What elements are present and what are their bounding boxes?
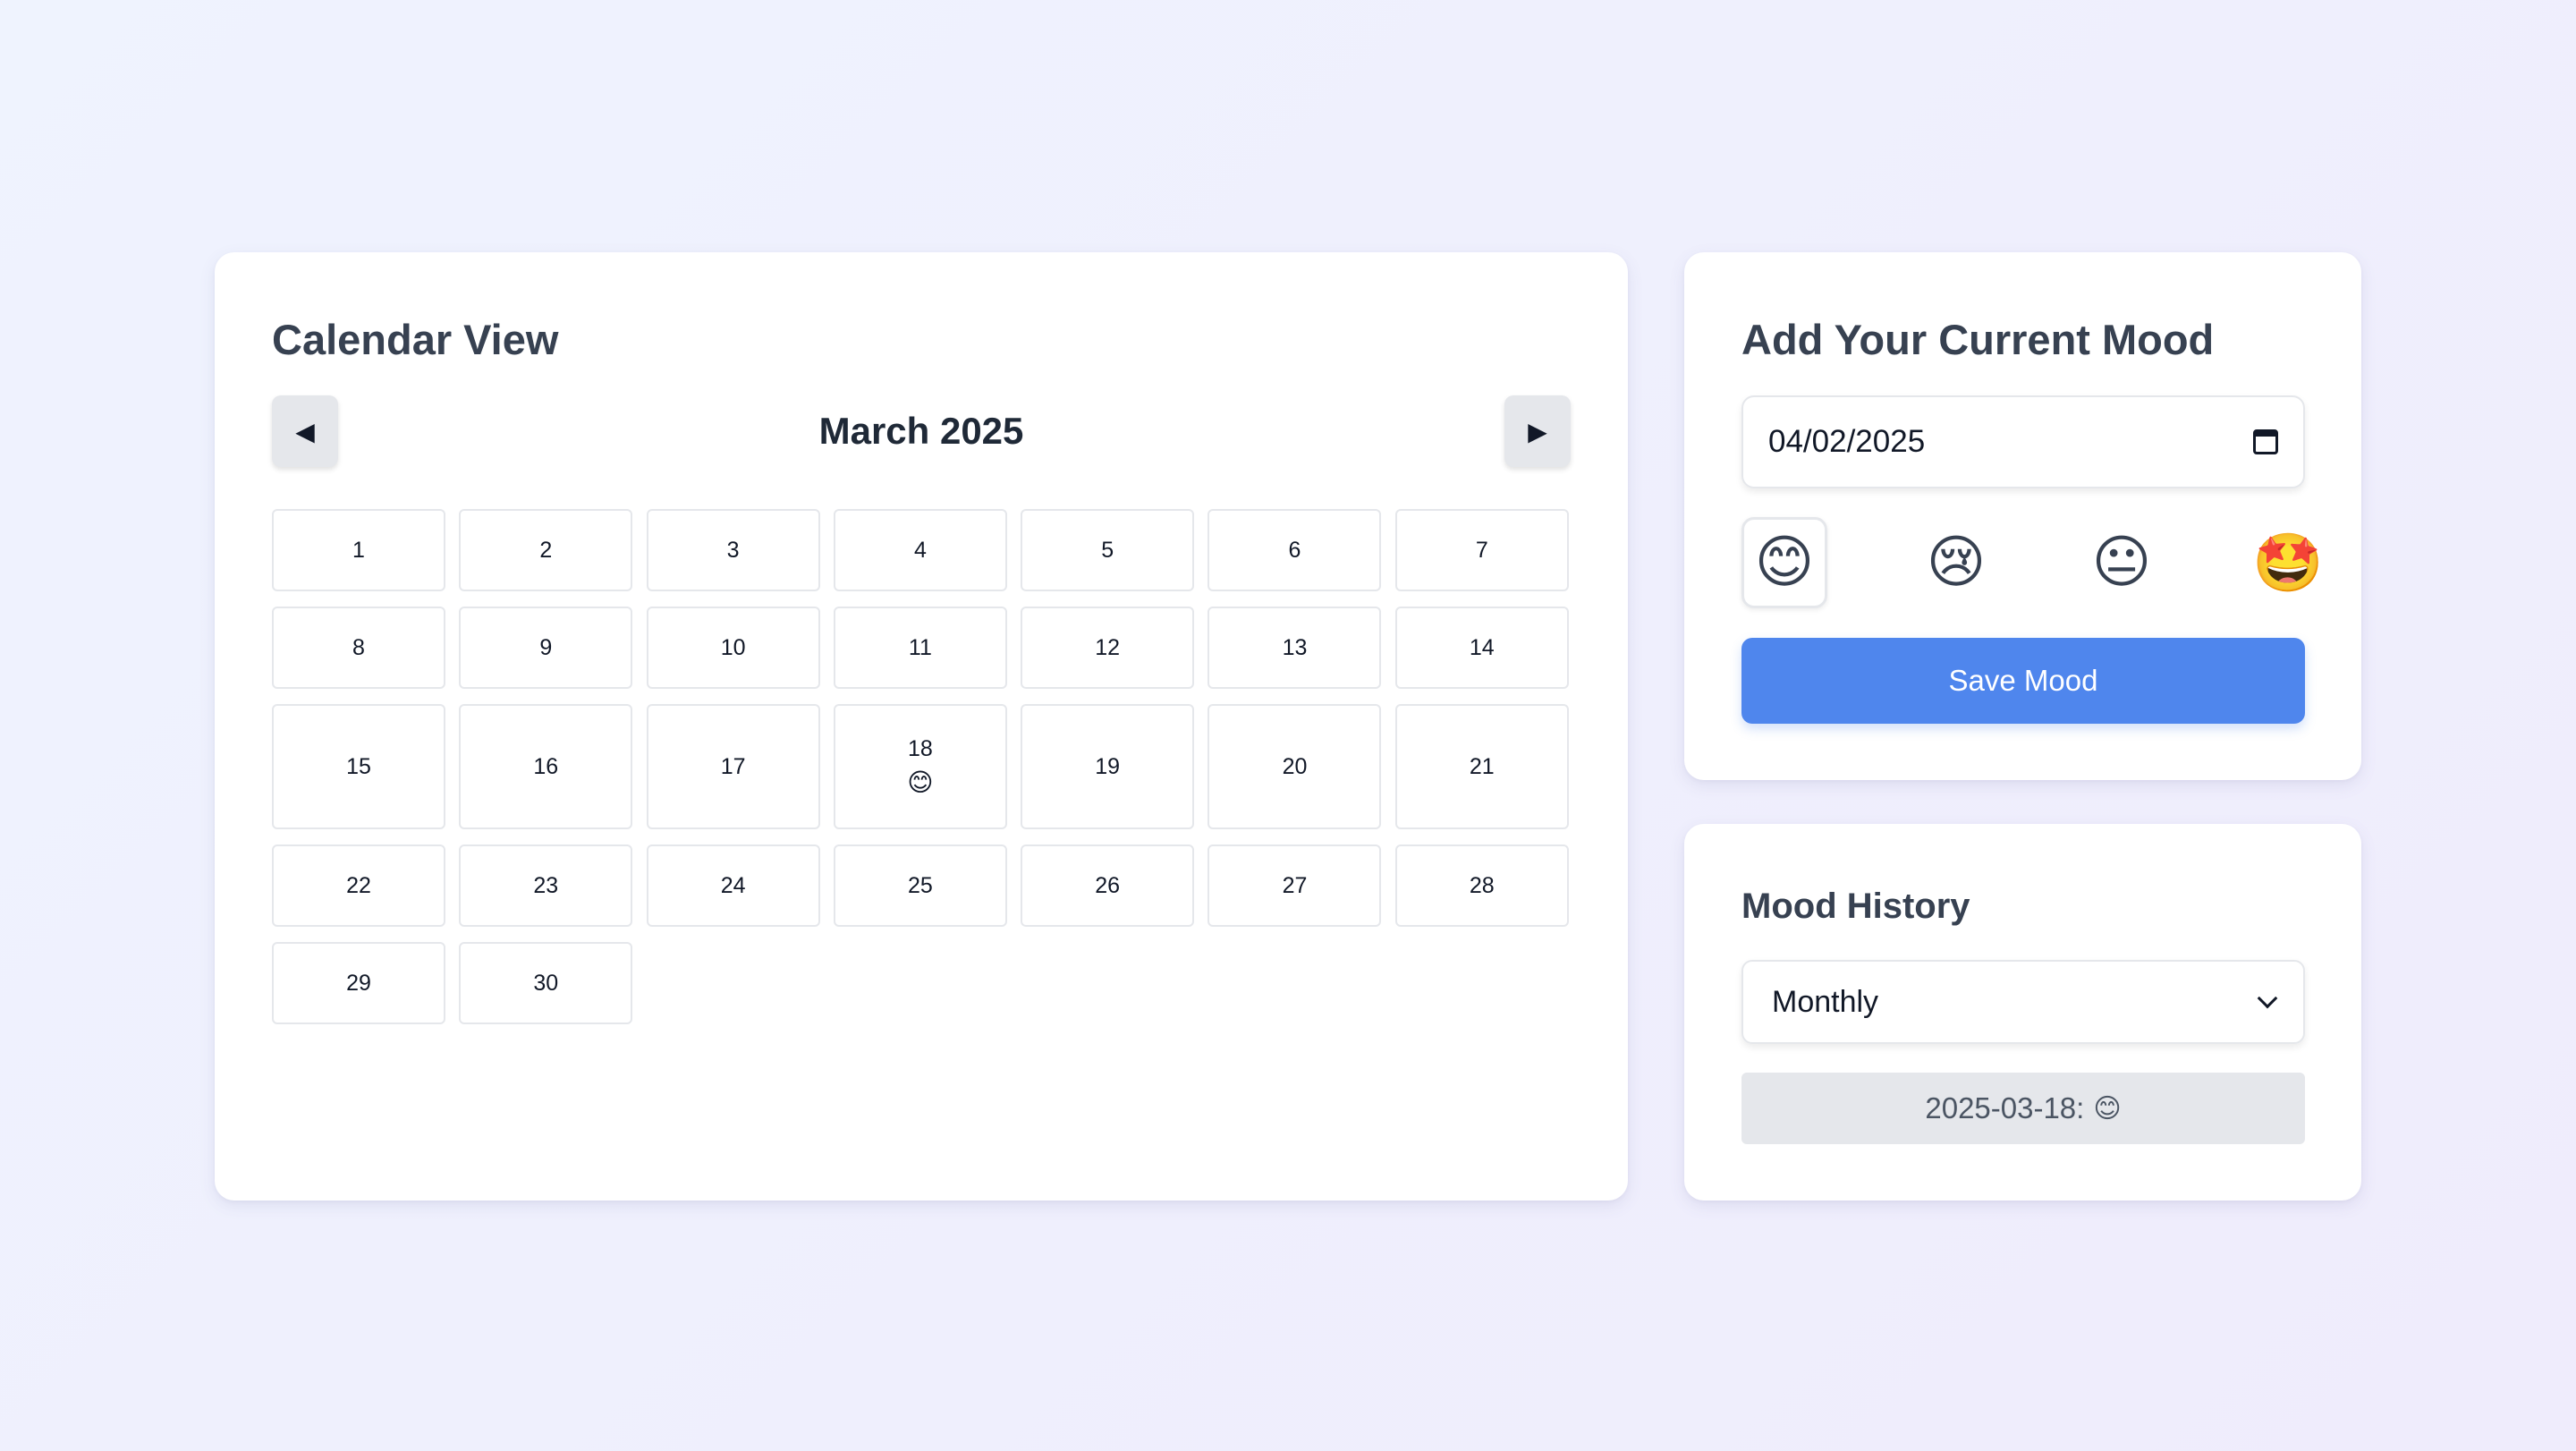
- calendar-day[interactable]: 1: [272, 509, 445, 591]
- page: { "calendar": { "title": "Calendar View"…: [0, 0, 2576, 1451]
- calendar-day[interactable]: 19: [1021, 704, 1195, 829]
- calendar-day[interactable]: 29: [272, 942, 445, 1024]
- calendar-day[interactable]: 8: [272, 607, 445, 689]
- mood-options: 😊 😢 😐 🤩: [1741, 517, 2324, 608]
- month-label: March 2025: [818, 410, 1024, 452]
- calendar-day[interactable]: 14: [1394, 607, 1569, 689]
- calendar-day[interactable]: 20: [1208, 704, 1382, 829]
- calendar-title: Calendar View: [272, 316, 559, 363]
- calendar-day[interactable]: 28: [1394, 844, 1569, 927]
- calendar-day[interactable]: 30: [459, 942, 633, 1024]
- date-input[interactable]: 04/02/2025: [1741, 395, 2305, 488]
- history-entry: 2025-03-18: 😊: [1741, 1073, 2305, 1144]
- triangle-right-icon: ▶: [1528, 416, 1547, 446]
- calendar-day-number: 26: [1095, 872, 1121, 898]
- calendar-day-number: 18: [907, 736, 933, 761]
- calendar-day-mood: 😊: [907, 768, 934, 797]
- calendar-day[interactable]: 22: [272, 844, 445, 927]
- calendar-day[interactable]: 2: [459, 509, 633, 591]
- calendar-day-number: 12: [1095, 634, 1121, 660]
- calendar-day-number: 29: [346, 970, 371, 996]
- mood-history-card: Mood History Monthly 2025-03-18: 😊: [1684, 824, 2361, 1201]
- calendar-day[interactable]: 27: [1208, 844, 1382, 927]
- add-mood-card: Add Your Current Mood 04/02/2025 😊 😢 😐 🤩 Sa…: [1684, 252, 2361, 780]
- calendar-day[interactable]: 24: [646, 844, 820, 927]
- mood-option-neutral[interactable]: 😐: [2079, 517, 2165, 608]
- calendar-day[interactable]: 9: [459, 607, 633, 689]
- calendar-day-number: 24: [720, 872, 746, 898]
- mood-option-excited[interactable]: 🤩: [2245, 517, 2331, 608]
- calendar-day[interactable]: 23: [459, 844, 633, 927]
- calendar-day-number: 21: [1469, 753, 1495, 779]
- calendar-day[interactable]: 6: [1208, 509, 1382, 591]
- calendar-day-number: 2: [539, 537, 553, 563]
- calendar-day[interactable]: 10: [646, 607, 820, 689]
- calendar-day-number: 13: [1282, 634, 1308, 660]
- calendar-day-number: 3: [726, 537, 740, 563]
- calendar-day-number: 10: [720, 634, 746, 660]
- mood-option-happy[interactable]: 😊: [1741, 517, 1827, 608]
- calendar-day[interactable]: 17: [646, 704, 820, 829]
- calendar-day[interactable]: 11: [833, 607, 1007, 689]
- prev-month-button[interactable]: ◀: [272, 395, 338, 467]
- date-input-value: 04/02/2025: [1768, 424, 1926, 459]
- calendar-day[interactable]: 13: [1208, 607, 1382, 689]
- calendar-day-number: 23: [533, 872, 559, 898]
- calendar-day-number: 28: [1469, 872, 1495, 898]
- mood-option-sad[interactable]: 😢: [1913, 517, 1999, 608]
- calendar-icon[interactable]: [2253, 429, 2278, 454]
- calendar-day[interactable]: 21: [1394, 704, 1569, 829]
- calendar-day-number: 17: [720, 753, 746, 779]
- calendar-day-number: 15: [346, 753, 371, 779]
- triangle-left-icon: ◀: [295, 416, 315, 446]
- calendar-day-number: 20: [1282, 753, 1308, 779]
- calendar-day-number: 9: [539, 634, 553, 660]
- calendar-day-number: 7: [1475, 537, 1488, 563]
- calendar-day[interactable]: 26: [1021, 844, 1195, 927]
- calendar-day-number: 6: [1288, 537, 1301, 563]
- calendar-day[interactable]: 15: [272, 704, 445, 829]
- calendar-day-number: 30: [533, 970, 559, 996]
- period-select-value: Monthly: [1772, 984, 1879, 1019]
- next-month-button[interactable]: ▶: [1504, 395, 1571, 467]
- calendar-day-number: 27: [1282, 872, 1308, 898]
- calendar-day-number: 14: [1469, 634, 1495, 660]
- calendar-day-number: 16: [533, 753, 559, 779]
- calendar-day[interactable]: 5: [1021, 509, 1195, 591]
- history-entry-date: 2025-03-18:: [1925, 1091, 2085, 1124]
- calendar-day[interactable]: 18 😊: [833, 704, 1007, 829]
- calendar-day[interactable]: 3: [646, 509, 820, 591]
- calendar-day-number: 4: [913, 537, 927, 563]
- calendar-grid: 1 2 3 4 5 6 7 8 9 10 11 12 13 14 15 16 17 18 😊 19 20 21 22 23 24…: [272, 509, 1571, 1024]
- calendar-day-number: 19: [1095, 753, 1121, 779]
- calendar-day-number: 5: [1101, 537, 1114, 563]
- calendar-day-number: 1: [352, 537, 365, 563]
- calendar-day-number: 25: [907, 872, 933, 898]
- chevron-down-icon: [2257, 988, 2278, 1009]
- calendar-day[interactable]: 16: [459, 704, 633, 829]
- calendar-day-number: 11: [908, 634, 932, 660]
- period-select[interactable]: Monthly: [1741, 960, 2305, 1044]
- calendar-day[interactable]: 25: [833, 844, 1007, 927]
- history-entry-mood: 😊: [2093, 1092, 2122, 1124]
- calendar-day[interactable]: 4: [833, 509, 1007, 591]
- calendar-day-number: 8: [352, 634, 365, 660]
- calendar-day[interactable]: 12: [1021, 607, 1195, 689]
- calendar-card: Calendar View ◀ March 2025 ▶ 1 2 3 4 5 6 7 8 9 10…: [215, 252, 1628, 1201]
- mood-history-title: Mood History: [1741, 887, 1970, 926]
- add-mood-title: Add Your Current Mood: [1741, 316, 2215, 363]
- calendar-day-number: 22: [346, 872, 371, 898]
- calendar-day[interactable]: 7: [1394, 509, 1569, 591]
- save-mood-button[interactable]: Save Mood: [1741, 638, 2305, 724]
